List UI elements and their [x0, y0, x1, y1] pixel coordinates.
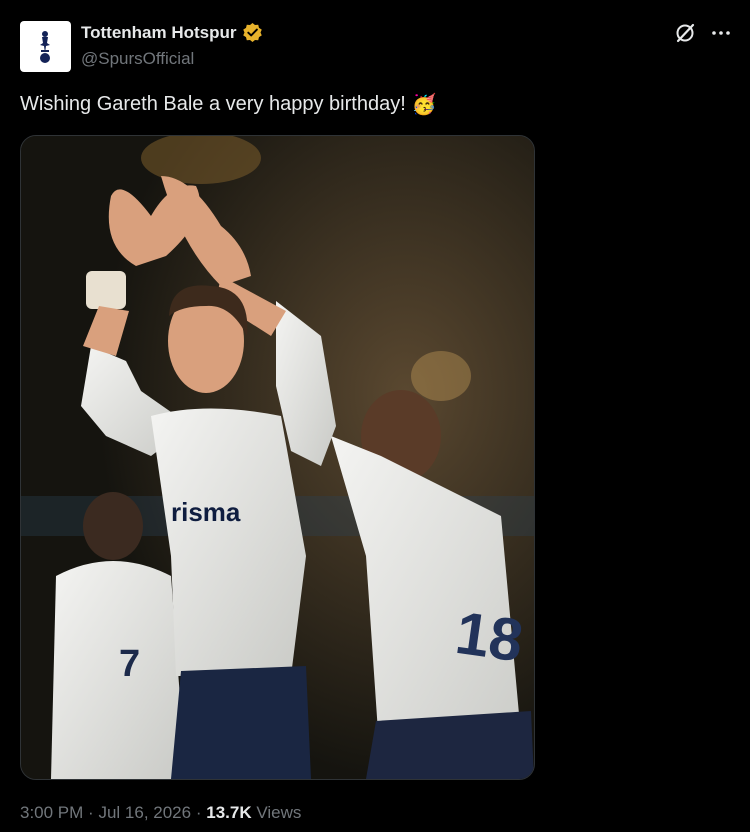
- shirt-number-left: 7: [119, 643, 140, 685]
- grok-icon[interactable]: [674, 22, 696, 44]
- tweet-photo[interactable]: 7 18 risma: [20, 135, 535, 780]
- bale-celebration-image: 7 18 risma: [21, 136, 534, 779]
- handle[interactable]: @SpursOfficial: [81, 49, 194, 69]
- shirt-sponsor: risma: [171, 497, 241, 527]
- views-count: 13.7K: [206, 803, 252, 822]
- views-label: Views: [256, 803, 302, 822]
- tweet-date[interactable]: Jul 16, 2026: [98, 803, 191, 822]
- party-face-emoji: 🥳: [411, 94, 437, 116]
- tweet-body: Wishing Gareth Bale a very happy birthda…: [20, 93, 406, 115]
- tweet-time[interactable]: 3:00 PM: [20, 803, 83, 822]
- verified-badge-icon[interactable]: [242, 22, 263, 43]
- meta-separator: ·: [195, 803, 202, 822]
- display-name[interactable]: Tottenham Hotspur: [81, 23, 237, 43]
- avatar[interactable]: [20, 21, 71, 72]
- spurs-crest-icon: [40, 31, 50, 63]
- more-icon[interactable]: [710, 22, 732, 44]
- tweet-meta: 3:00 PM · Jul 16, 2026 · 13.7K Views: [20, 803, 301, 823]
- tweet-text: Wishing Gareth Bale a very happy birthda…: [20, 92, 437, 117]
- shirt-number-right: 18: [452, 599, 527, 675]
- meta-separator: ·: [88, 803, 94, 822]
